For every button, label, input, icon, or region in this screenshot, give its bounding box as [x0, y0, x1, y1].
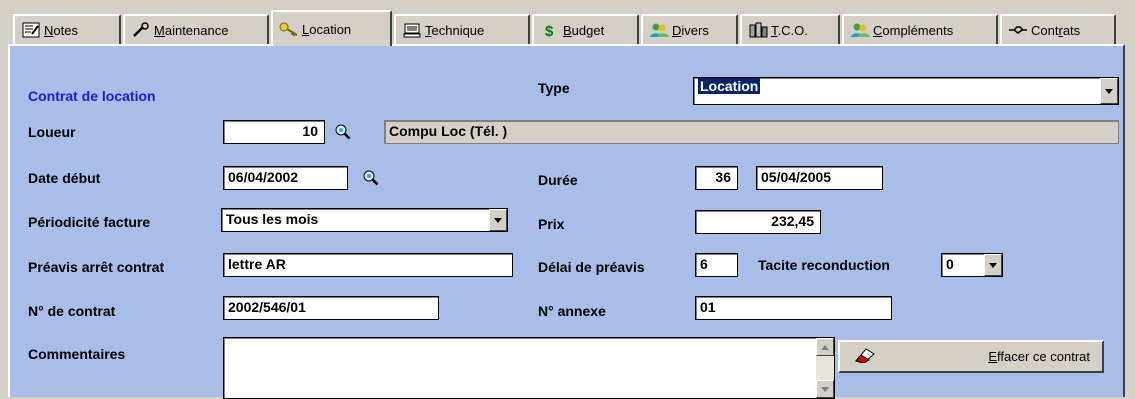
commentaires-label: Commentaires	[28, 346, 126, 362]
chevron-down-icon	[494, 217, 502, 223]
svg-text:$: $	[545, 23, 554, 38]
loueur-lookup-icon[interactable]	[333, 122, 353, 142]
tab-label: Technique	[425, 22, 485, 38]
ncontrat-label: N° de contrat	[28, 303, 116, 319]
eraser-icon	[850, 347, 876, 366]
tab-tco[interactable]: T.C.O.	[740, 14, 840, 44]
dollar-icon: $	[540, 21, 560, 39]
tab-label: Compléments	[873, 22, 954, 38]
periodicite-value: Tous les mois	[226, 211, 319, 227]
prix-field[interactable]: 232,45	[695, 210, 821, 234]
duree-field[interactable]: 36	[695, 166, 738, 190]
tab-maintenance[interactable]: Maintenance	[123, 14, 269, 44]
commentaires-scrollbar[interactable]	[816, 338, 834, 398]
tab-notes[interactable]: Notes	[13, 14, 121, 44]
type-value: Location	[698, 78, 761, 94]
tab-label: Location	[302, 21, 352, 37]
notes-icon	[21, 21, 41, 39]
chevron-down-icon	[1105, 88, 1113, 94]
preavis-field[interactable]: lettre AR	[223, 253, 513, 277]
erase-contract-button[interactable]: Effacer ce contrat	[838, 340, 1104, 373]
coins-icon	[748, 21, 768, 39]
type-combobox[interactable]: Location	[693, 77, 1119, 105]
preavis-label: Préavis arrêt contrat	[28, 259, 165, 275]
loueur-label: Loueur	[28, 124, 76, 140]
delai-label: Délai de préavis	[538, 259, 645, 275]
tab-technique[interactable]: Technique	[394, 14, 530, 44]
date-debut-field[interactable]: 06/04/2002	[223, 166, 348, 190]
tacite-combobox[interactable]: 0	[941, 253, 1003, 277]
scroll-up-button[interactable]	[816, 338, 834, 356]
computer-icon	[402, 21, 422, 39]
tab-label: Maintenance	[154, 22, 229, 38]
prix-label: Prix	[538, 216, 565, 232]
delai-field[interactable]: 6	[695, 253, 738, 277]
people-icon	[850, 21, 870, 39]
arrow-up-icon	[821, 344, 829, 350]
tacite-dropdown-button[interactable]	[984, 254, 1002, 276]
wrench-icon	[131, 21, 151, 39]
nannexe-field[interactable]: 01	[695, 296, 892, 320]
people-icon	[649, 21, 669, 39]
periodicite-combobox[interactable]: Tous les mois	[221, 208, 508, 232]
key-icon	[279, 20, 299, 38]
type-label: Type	[538, 80, 570, 96]
tacite-label: Tacite reconduction	[758, 257, 890, 273]
handshake-icon	[1008, 21, 1028, 39]
tab-label: Budget	[563, 22, 605, 38]
tab-complements[interactable]: Compléments	[842, 14, 998, 44]
commentaires-textarea[interactable]	[223, 337, 835, 399]
tab-label: Divers	[672, 22, 709, 38]
scroll-down-button[interactable]	[816, 380, 834, 398]
chevron-down-icon	[989, 262, 997, 268]
periodicite-label: Périodicité facture	[28, 214, 151, 230]
tab-budget[interactable]: $ Budget	[532, 14, 639, 44]
loueur-code-field[interactable]: 10	[223, 120, 325, 144]
loueur-name-field: Compu Loc (Tél. )	[384, 120, 1119, 144]
ncontrat-field[interactable]: 2002/546/01	[223, 296, 439, 320]
tab-label: Contrats	[1031, 22, 1081, 38]
date-lookup-icon[interactable]	[361, 168, 381, 188]
tacite-value: 0	[946, 256, 954, 272]
tab-contrats[interactable]: Contrats	[1000, 14, 1116, 44]
date-debut-label: Date début	[28, 170, 101, 186]
periodicite-dropdown-button[interactable]	[489, 209, 507, 231]
nannexe-label: N° annexe	[538, 303, 606, 319]
tab-label: Notes	[44, 22, 78, 38]
date-fin-field[interactable]: 05/04/2005	[756, 166, 883, 190]
arrow-down-icon	[821, 386, 829, 392]
tab-label: T.C.O.	[771, 22, 808, 38]
tab-divers[interactable]: Divers	[641, 14, 738, 44]
tab-location[interactable]: Location	[271, 10, 392, 46]
section-title: Contrat de location	[28, 88, 156, 104]
duree-label: Durée	[538, 172, 578, 188]
type-dropdown-button[interactable]	[1100, 78, 1118, 104]
erase-contract-label: Effacer ce contrat	[988, 349, 1090, 364]
